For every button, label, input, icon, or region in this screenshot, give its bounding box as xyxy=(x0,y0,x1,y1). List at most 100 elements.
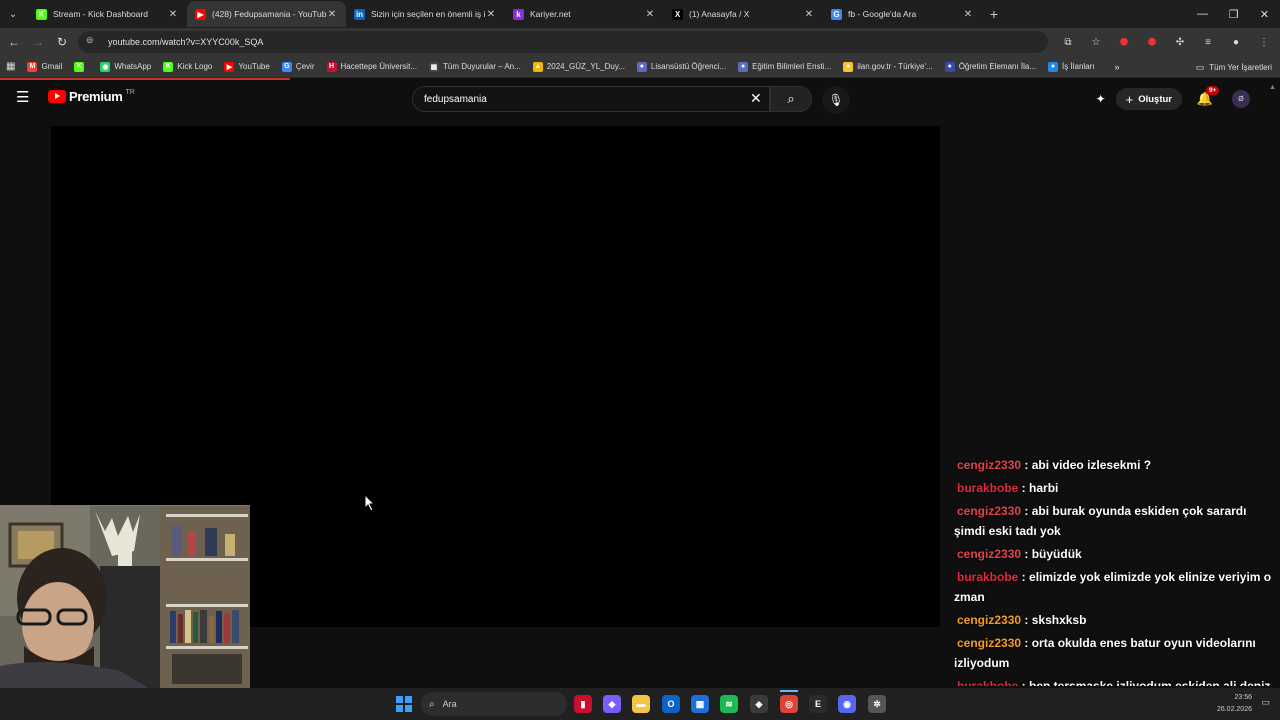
taskbar-clock[interactable]: 23:56 26.02.2026 xyxy=(1217,692,1252,716)
spotify-icon[interactable]: ≋ xyxy=(720,695,738,713)
chat-message: cengiz2330 : orta okulda enes batur oyun… xyxy=(954,633,1276,673)
bookmark-star-icon[interactable]: ☆ xyxy=(1084,31,1108,53)
discord-icon[interactable]: ◉ xyxy=(838,695,856,713)
all-bookmarks-label: Tüm Yer İşaretleri xyxy=(1209,62,1272,72)
bookmark-item[interactable]: ▲ 2024_GÜZ_YL_Duy... xyxy=(532,61,625,72)
tab-favicon-icon: X xyxy=(672,8,683,20)
epic-games-icon[interactable]: E xyxy=(809,695,827,713)
install-app-icon[interactable]: ⧉ xyxy=(1056,31,1080,53)
youtube-premium-logo[interactable]: Premium TR xyxy=(48,89,135,104)
browser-tab[interactable]: Gfb - Google'da Ara ✕ xyxy=(823,1,982,27)
avatar[interactable]: Ø xyxy=(1232,90,1250,108)
extensions-puzzle-icon[interactable]: ✣ xyxy=(1168,31,1192,53)
store-icon[interactable]: ▦ xyxy=(691,695,709,713)
back-arrow-icon[interactable]: ← xyxy=(2,30,26,54)
folder-icon: ▭ xyxy=(1195,61,1205,72)
new-tab-plus-icon[interactable]: + xyxy=(982,6,1006,22)
chat-username: cengiz2330 xyxy=(957,547,1022,561)
tab-close-icon[interactable]: ✕ xyxy=(326,9,338,20)
notification-center-icon[interactable]: ▭ xyxy=(1261,697,1270,708)
chat-message: cengiz2330 : büyüdük xyxy=(954,544,1276,564)
extension-gear-icon[interactable]: ✦ xyxy=(1090,88,1112,110)
browser-tab[interactable]: in Sizin için seçilen en önemli iş ilan ✕ xyxy=(346,1,505,27)
browser-tab[interactable]: ▶ (428) Fedupsamania - YouTube ✕ xyxy=(187,1,346,27)
tab-search-chevron-icon[interactable]: ⌄ xyxy=(2,3,24,25)
extension-red-icon[interactable]: ⬢ xyxy=(1140,31,1164,53)
bookmark-item[interactable]: G Çevir xyxy=(281,61,315,72)
bookmark-item[interactable]: K Kick Logo xyxy=(163,61,212,72)
hamburger-menu-icon[interactable]: ☰ xyxy=(16,90,32,106)
country-code: TR xyxy=(125,88,135,96)
forward-arrow-icon[interactable]: → xyxy=(26,30,50,54)
create-button[interactable]: + Oluştur xyxy=(1115,88,1182,110)
chat-text: abi video izlesekmi ? xyxy=(1031,458,1152,472)
site-info-icon[interactable]: ⊜ xyxy=(86,35,100,49)
adblock-extension-icon[interactable]: ⬣ xyxy=(1112,31,1136,53)
reload-icon[interactable]: ↻ xyxy=(50,30,74,54)
clear-search-icon[interactable]: ✕ xyxy=(750,91,762,105)
address-toolbar: ← → ↻ ⊜ youtube.com/watch?v=XYYC00k_SQA … xyxy=(0,28,1280,56)
outlook-icon[interactable]: O xyxy=(662,695,680,713)
chat-message: burakbobe : elimizde yok elimizde yok el… xyxy=(954,567,1276,607)
close-window-icon[interactable]: ✕ xyxy=(1249,0,1280,28)
more-bookmarks-chevron-icon[interactable]: » xyxy=(1115,62,1120,72)
copilot-icon[interactable]: ◆ xyxy=(603,695,621,713)
bookmark-item[interactable]: ● Lisansüstü Öğrenci... xyxy=(636,61,726,72)
scrollbar-up-arrow-icon[interactable]: ▲ xyxy=(1269,84,1276,91)
file-explorer-icon[interactable]: ▬ xyxy=(632,695,650,713)
apps-grid-icon[interactable]: ▦ xyxy=(6,61,15,72)
tab-title: Sizin için seçilen en önemli iş ilan xyxy=(371,9,485,19)
app-settings-icon[interactable]: ✲ xyxy=(868,695,886,713)
toolbar-actions: ⧉ ☆ ⬣ ⬢ ✣ ≡ ● ⋮ xyxy=(1056,31,1276,53)
bookmark-item[interactable]: M Gmail xyxy=(27,61,62,72)
minimize-icon[interactable]: — xyxy=(1187,0,1218,28)
taskbar-search-field[interactable]: ⌕ Ara xyxy=(421,692,567,716)
tab-close-icon[interactable]: ✕ xyxy=(803,9,815,20)
youtube-play-logo-icon xyxy=(48,90,66,103)
voice-search-mic-icon[interactable]: 🎙 xyxy=(822,86,850,114)
browser-tab[interactable]: K Stream - Kick Dashboard ✕ xyxy=(28,1,187,27)
app-red-icon[interactable]: ▮ xyxy=(574,695,592,713)
bookmark-item[interactable]: K xyxy=(74,61,88,72)
profile-icon[interactable]: ● xyxy=(1224,31,1248,53)
notifications-bell-icon[interactable]: 🔔 9+ xyxy=(1194,86,1220,110)
tab-close-icon[interactable]: ✕ xyxy=(167,9,179,20)
browser-menu-icon[interactable]: ⋮ xyxy=(1252,31,1276,53)
browser-tab[interactable]: k Kariyer.net ✕ xyxy=(505,1,664,27)
windows-start-icon[interactable] xyxy=(396,696,412,712)
chat-message: burakbobe : ben tersmaske izliyodum eski… xyxy=(954,676,1276,686)
bookmark-item[interactable]: ● Öğretim Elemanı İla... xyxy=(944,61,1037,72)
tab-favicon-icon: G xyxy=(831,8,842,20)
browser-tab[interactable]: X (1) Anasayfa / X ✕ xyxy=(664,1,823,27)
tab-close-icon[interactable]: ✕ xyxy=(485,9,497,20)
tab-close-icon[interactable]: ✕ xyxy=(644,9,656,20)
bookmark-favicon-icon: ▲ xyxy=(532,61,543,72)
search-button[interactable]: ⌕ xyxy=(770,86,812,112)
restore-icon[interactable]: ❐ xyxy=(1218,0,1249,28)
app-dark-icon[interactable]: ◈ xyxy=(750,695,768,713)
window-controls: — ❐ ✕ xyxy=(1187,0,1280,28)
media-control-icon[interactable]: ≡ xyxy=(1196,31,1220,53)
address-bar[interactable]: ⊜ youtube.com/watch?v=XYYC00k_SQA xyxy=(78,31,1048,53)
bookmark-item[interactable]: ● İş İlanları xyxy=(1048,61,1095,72)
bookmark-item[interactable]: ▶ YouTube xyxy=(224,61,270,72)
chrome-icon[interactable]: ◎ xyxy=(780,695,798,713)
tab-close-icon[interactable]: ✕ xyxy=(962,9,974,20)
bookmark-label: Öğretim Elemanı İla... xyxy=(958,62,1037,71)
bookmark-item[interactable]: H Hacettepe Üniversit... xyxy=(326,61,417,72)
chat-separator: : xyxy=(1018,679,1030,686)
windows-taskbar: ⌕ Ara ▮ ◆ ▬ O ▦ ≋ ◈ ◎ E ◉ ✲ 23:56 26.02.2026 ▭ xyxy=(0,688,1280,720)
bookmark-item[interactable]: ◉ WhatsApp xyxy=(100,61,151,72)
bookmark-item[interactable]: ● ilan.gov.tr - Türkiye'... xyxy=(843,61,933,72)
bookmark-item[interactable]: ● Eğitim Bilimleri Ensti... xyxy=(738,61,831,72)
tab-list: K Stream - Kick Dashboard ✕ ▶ (428) Fedupsam… xyxy=(28,1,982,27)
taskbar-search-icon: ⌕ xyxy=(429,698,435,710)
mouse-cursor-icon xyxy=(364,494,376,512)
chat-separator: : xyxy=(1021,636,1032,650)
search-input[interactable]: fedupsamania xyxy=(412,86,770,112)
all-bookmarks[interactable]: ▭ Tüm Yer İşaretleri xyxy=(1196,56,1272,78)
bookmark-label: İş İlanları xyxy=(1062,62,1095,71)
bookmark-label: Hacettepe Üniversit... xyxy=(340,62,417,71)
bookmark-item[interactable]: ▦ Tüm Duyurular – An... xyxy=(428,61,521,72)
chat-username: burakbobe xyxy=(957,481,1019,495)
